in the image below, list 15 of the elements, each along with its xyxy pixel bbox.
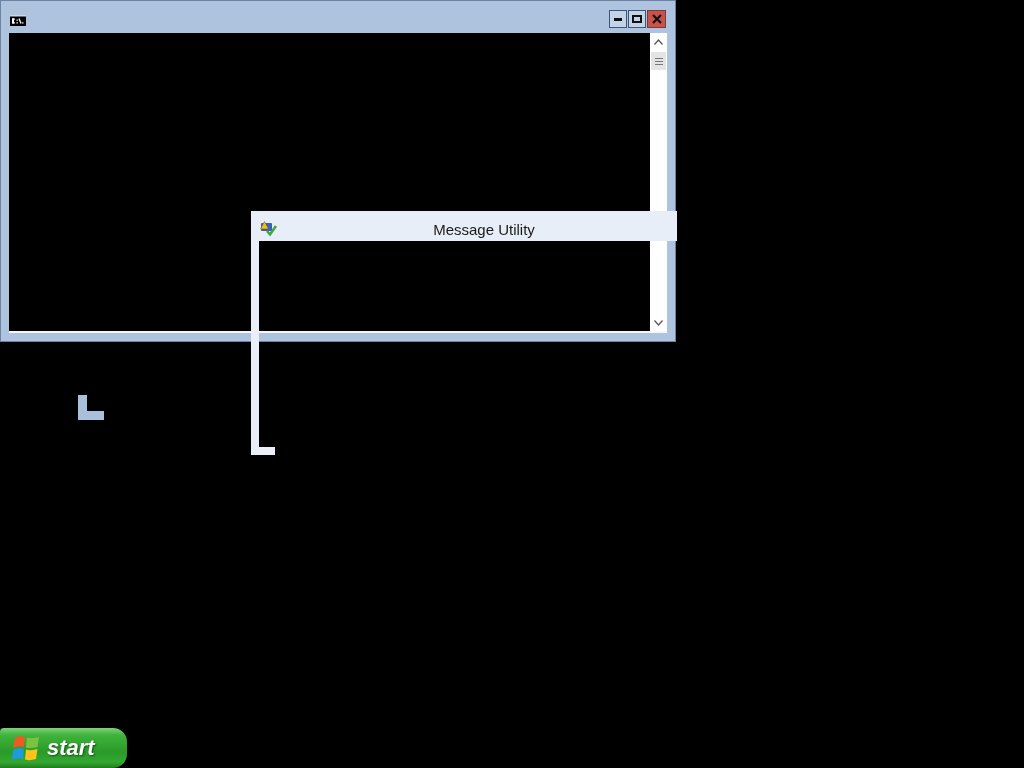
window-corner-fragment — [78, 395, 104, 420]
windows-flag-icon — [12, 734, 40, 762]
caret-up-icon — [654, 38, 663, 45]
scrollbar-thumb[interactable] — [651, 52, 666, 70]
minimize-button[interactable] — [609, 10, 627, 28]
close-icon — [651, 14, 662, 24]
start-button[interactable]: start — [0, 728, 127, 768]
close-button[interactable] — [647, 10, 666, 28]
minimize-icon — [614, 17, 622, 21]
console-icon — [10, 14, 26, 26]
maximize-button[interactable] — [628, 10, 646, 28]
caret-down-icon — [654, 319, 663, 326]
window-title: Message Utility — [432, 220, 536, 238]
maximize-icon — [632, 15, 642, 23]
alert-check-icon — [260, 221, 277, 237]
